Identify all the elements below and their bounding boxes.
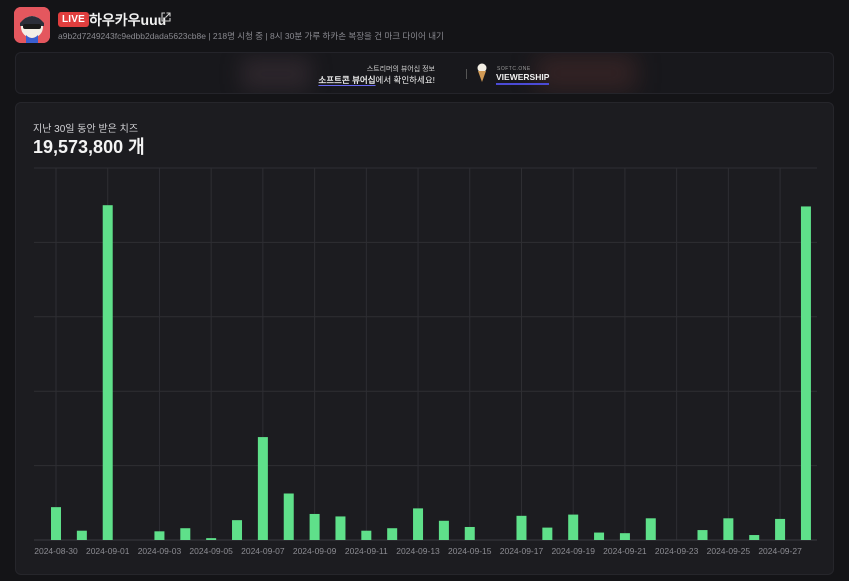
x-tick-label: 2024-09-09: [293, 546, 337, 556]
banner-line2: 소프트콘 뷰어십에서 확인하세요!: [318, 74, 435, 86]
chart-bar: [464, 526, 475, 540]
cheese-bar-chart: 2024-08-30 2024-09-01 2024-09-03 2024-09-05…: [34, 167, 817, 556]
chart-bar: [645, 518, 656, 540]
chart-bar: [413, 508, 424, 540]
banner-blur-left: [241, 57, 311, 91]
chart-bar: [516, 515, 527, 540]
banner-line2-rest: 에서 확인하세요!: [375, 75, 435, 85]
x-tick-label: 2024-09-21: [603, 546, 647, 556]
live-badge: LIVE: [58, 12, 90, 27]
chart-bar: [102, 205, 113, 540]
x-tick-label: 2024-09-03: [138, 546, 182, 556]
chart-bar: [335, 516, 346, 540]
ice-cream-cone-icon: [477, 63, 487, 82]
x-tick-label: 2024-09-19: [551, 546, 595, 556]
brand-viewership: VIEWERSHIP: [496, 72, 550, 85]
channel-header: LIVE 하우카우uuu a9b2d7249243fc9edbb2dada562…: [14, 6, 835, 46]
avatar-image: [14, 7, 50, 43]
chart-bar: [594, 532, 605, 540]
chart-bar: [387, 528, 398, 540]
cheese-chart-card: 지난 30일 동안 받은 치즈 19,573,800 개 2024-08-30 2…: [15, 102, 834, 575]
chart-bar: [697, 530, 708, 540]
stream-info-line: a9b2d7249243fc9edbb2dada5623cb8e | 218명 …: [58, 31, 444, 41]
chart-bar: [180, 528, 191, 540]
chart-bar: [76, 530, 87, 540]
chart-bar: [154, 531, 165, 540]
x-tick-label: 2024-09-15: [448, 546, 492, 556]
x-tick-label: 2024-09-17: [500, 546, 544, 556]
channel-name[interactable]: 하우카우uuu: [89, 10, 166, 30]
banner-divider: [466, 69, 467, 79]
chart-bar: [361, 530, 372, 540]
x-tick-label: 2024-09-11: [345, 546, 388, 556]
chart-bar: [438, 520, 449, 540]
chart-bar: [723, 518, 734, 540]
viewership-banner[interactable]: 스트리머의 뷰어십 정보 소프트콘 뷰어십에서 확인하세요! SOFTC.ONE…: [15, 52, 834, 94]
x-tick-label: 2024-08-30: [34, 546, 78, 556]
chart-bar: [257, 437, 268, 540]
avatar[interactable]: [14, 7, 50, 43]
chart-bar: [749, 535, 760, 540]
x-tick-label: 2024-09-25: [707, 546, 751, 556]
chart-bar: [309, 513, 320, 540]
x-tick-label: 2024-09-23: [655, 546, 699, 556]
x-tick-label: 2024-09-07: [241, 546, 285, 556]
chart-bar: [283, 493, 294, 540]
x-tick-label: 2024-09-13: [396, 546, 440, 556]
x-tick-label: 2024-09-27: [758, 546, 802, 556]
chart-bar: [619, 533, 630, 540]
chart-bar: [206, 538, 217, 540]
chart-bar: [800, 206, 811, 540]
x-tick-label: 2024-09-05: [189, 546, 233, 556]
chart-bar: [775, 518, 786, 540]
chart-bar: [232, 520, 243, 540]
page: LIVE 하우카우uuu a9b2d7249243fc9edbb2dada562…: [0, 0, 849, 581]
external-link-icon[interactable]: [161, 12, 171, 22]
banner-blur-right: [536, 55, 636, 91]
chart-bar: [542, 527, 553, 540]
banner-line1: 스트리머의 뷰어십 정보: [366, 66, 435, 73]
chart-bar: [568, 514, 579, 540]
x-tick-label: 2024-09-01: [86, 546, 130, 556]
chart-bar: [51, 507, 61, 540]
banner-highlight[interactable]: 소프트콘 뷰어십: [318, 75, 375, 85]
